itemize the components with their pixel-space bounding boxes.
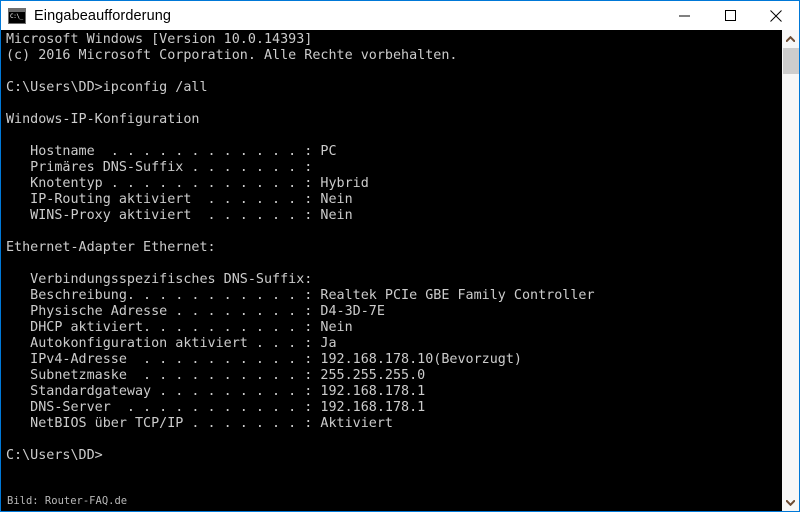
scroll-down-arrow-icon[interactable]	[782, 494, 799, 511]
scrollbar-thumb[interactable]	[783, 48, 799, 74]
vertical-scrollbar[interactable]	[781, 30, 799, 511]
maximize-button[interactable]	[707, 1, 753, 30]
console-text: Microsoft Windows [Version 10.0.14393] (…	[6, 32, 595, 463]
command-prompt-window: C:\_ Eingabeaufforderung Microsoft Windo…	[0, 0, 800, 512]
window-titlebar[interactable]: C:\_ Eingabeaufforderung	[1, 1, 799, 30]
close-button[interactable]	[753, 1, 799, 30]
cmd-console-icon: C:\_	[8, 7, 26, 24]
minimize-button[interactable]	[661, 1, 707, 30]
window-title: Eingabeaufforderung	[34, 7, 172, 24]
scroll-up-arrow-icon[interactable]	[782, 30, 799, 47]
cmd-icon-prompt-glyph: C:\_	[9, 11, 25, 23]
watermark-credit: Bild: Router-FAQ.de	[7, 495, 128, 507]
console-output-area[interactable]: Microsoft Windows [Version 10.0.14393] (…	[1, 30, 781, 511]
